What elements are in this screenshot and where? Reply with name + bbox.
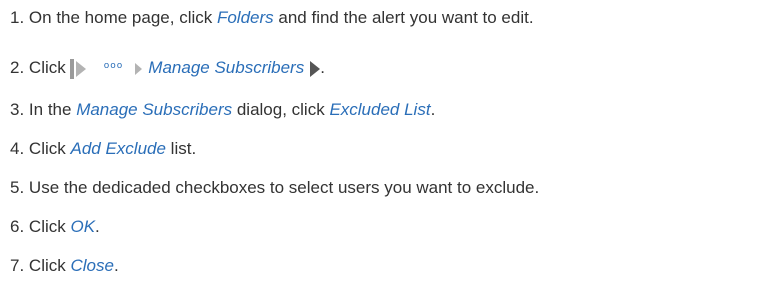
- step-number: 7.: [10, 256, 25, 275]
- step-text: list.: [165, 139, 197, 158]
- step-number: 2.: [10, 58, 25, 77]
- end-arrow-icon: [310, 60, 321, 77]
- step-text: and find the alert you want to edit.: [273, 8, 534, 27]
- step-text: In the: [28, 100, 77, 119]
- more-dots-icon: ooo: [103, 61, 124, 71]
- step-5: 5. Use the dedicaded checkboxes to selec…: [10, 178, 539, 198]
- step-text: dialog, click: [232, 100, 330, 119]
- step-number: 3.: [10, 100, 25, 119]
- ui-reference-manage-subscribers: Manage Subscribers: [76, 100, 233, 119]
- play-icon: [75, 60, 86, 77]
- step-4: 4. Click Add Exclude list.: [10, 139, 196, 159]
- step-text: Click: [28, 217, 71, 236]
- step-text: Click: [28, 58, 66, 77]
- step-number: 5.: [10, 178, 25, 197]
- chevron-right-icon: [135, 62, 143, 75]
- step-3: 3. In the Manage Subscribers dialog, cli…: [10, 100, 435, 120]
- filter-bar-icon: [69, 58, 74, 79]
- step-7: 7. Click Close.: [10, 256, 119, 276]
- step-number: 1.: [10, 8, 25, 27]
- step-text: On the home page, click: [28, 8, 217, 27]
- step-text: Use the dedicaded checkboxes to select u…: [28, 178, 540, 197]
- ui-reference-manage-subscribers: Manage Subscribers: [148, 58, 305, 77]
- ui-reference-close: Close: [70, 256, 114, 275]
- ui-reference-add-exclude: Add Exclude: [70, 139, 166, 158]
- step-text: Click: [28, 256, 71, 275]
- ui-reference-folders: Folders: [216, 8, 274, 27]
- step-2: 2. Click ooo Manage Subscribers.: [10, 58, 325, 79]
- ui-reference-ok: OK: [70, 217, 96, 236]
- step-text: .: [320, 58, 325, 77]
- step-text: .: [430, 100, 436, 119]
- step-text: .: [95, 217, 100, 236]
- step-number: 4.: [10, 139, 25, 158]
- ui-reference-excluded-list: Excluded List: [329, 100, 431, 119]
- step-6: 6. Click OK.: [10, 217, 100, 237]
- step-1: 1. On the home page, click Folders and f…: [10, 8, 534, 28]
- step-text: .: [113, 256, 119, 275]
- step-number: 6.: [10, 217, 25, 236]
- step-text: Click: [28, 139, 71, 158]
